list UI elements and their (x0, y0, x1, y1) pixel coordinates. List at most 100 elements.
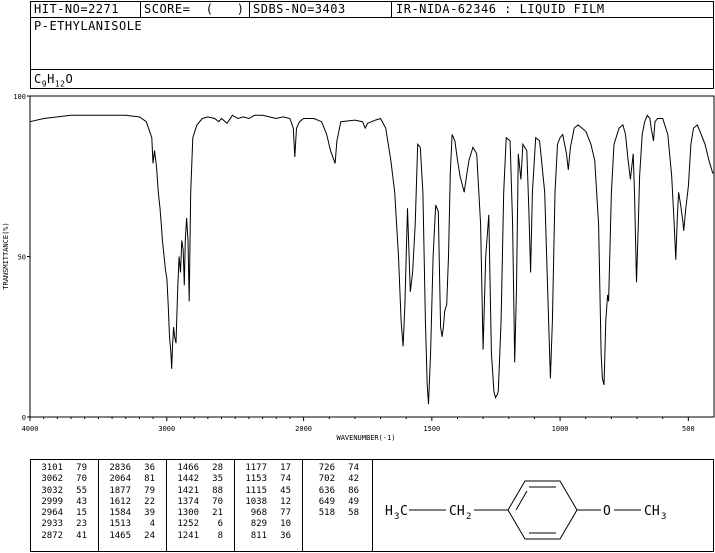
peak-wavenumber: 1038 (245, 496, 267, 507)
x-tick-label: 1500 (423, 425, 440, 433)
peak-row: 2872 41 (33, 531, 87, 542)
peak-wavenumber: 1513 (109, 519, 131, 530)
peak-transmittance: 36 (144, 463, 155, 473)
peak-transmittance: 86 (348, 485, 359, 496)
peak-transmittance: 55 (76, 485, 87, 496)
peak-transmittance: 17 (280, 463, 291, 473)
peak-transmittance: 74 (280, 474, 291, 485)
peak-wavenumber: 1442 (177, 474, 199, 485)
peak-transmittance: 79 (76, 463, 87, 473)
methylene-ch: CH (449, 504, 465, 519)
methyl-left-h-count: 3 (394, 512, 399, 522)
peak-transmittance: 45 (280, 485, 291, 496)
peak-transmittance: 39 (144, 508, 155, 519)
peak-col-divider-4 (302, 459, 303, 552)
peak-transmittance: 23 (76, 519, 87, 530)
peak-transmittance: 79 (144, 485, 155, 496)
peak-transmittance: 41 (76, 530, 87, 541)
peak-transmittance: 70 (212, 496, 223, 507)
peak-row: 1465 24 (101, 531, 155, 542)
x-tick-label: 1000 (552, 425, 569, 433)
peak-transmittance: 10 (280, 519, 291, 530)
peak-row: 968 77 (237, 508, 291, 519)
peak-wavenumber: 2964 (41, 508, 63, 519)
peak-wavenumber: 1584 (109, 508, 131, 519)
structure-diagram: H 3 C CH 2 O CH 3 (385, 480, 666, 540)
peak-wavenumber: 1374 (177, 496, 199, 507)
x-axis-label: WAVENUMBER(-1) (336, 434, 395, 442)
peak-transmittance: 12 (280, 496, 291, 507)
peak-wavenumber: 1466 (177, 463, 199, 473)
peak-row: 1442 35 (169, 474, 223, 485)
methoxy-ch: CH (644, 504, 660, 519)
peak-column: 1177 17 1153 74 1115 45 1038 12 968 77 829 10 811 36 (237, 463, 291, 542)
peak-column: 1466 28 1442 35 1421 88 1374 70 1300 21 1252 6 1241 8 (169, 463, 223, 542)
peak-row: 2999 43 (33, 497, 87, 508)
peak-row: 1177 17 (237, 463, 291, 474)
peak-wavenumber: 1612 (109, 496, 131, 507)
peak-row: 1038 12 (237, 497, 291, 508)
peak-row: 726 74 (305, 463, 359, 474)
peak-row: 636 86 (305, 486, 359, 497)
peak-row: 1300 21 (169, 508, 223, 519)
peak-transmittance: 43 (76, 496, 87, 507)
peak-wavenumber: 2836 (109, 463, 131, 473)
peak-col-divider-1 (98, 459, 99, 552)
methyl-left-h: H (385, 504, 393, 519)
peak-row: 3062 70 (33, 474, 87, 485)
peak-wavenumber: 1241 (177, 530, 199, 541)
peak-wavenumber: 1115 (245, 485, 267, 496)
benzene-ring (507, 480, 578, 540)
peak-row: 1241 8 (169, 531, 223, 542)
methylene-h-count: 2 (466, 512, 471, 522)
ir-spectrum-chart: 4000 3000 2000 1500 1000 500 0 50 100 WAVENUMBER… (2, 93, 715, 442)
peak-row: 1612 22 (101, 497, 155, 508)
x-tick-label: 4000 (22, 425, 39, 433)
peak-wavenumber: 702 (318, 474, 335, 485)
peak-wavenumber: 3032 (41, 485, 63, 496)
y-axis-label: TRANSMITTANCE(%) (2, 222, 10, 289)
peak-row: 1153 74 (237, 474, 291, 485)
plot-frame (29, 95, 715, 418)
peak-row: 1115 45 (237, 486, 291, 497)
ether-oxygen: O (603, 504, 611, 519)
peak-transmittance: 6 (217, 519, 223, 530)
peak-transmittance: 8 (217, 530, 223, 541)
peak-transmittance: 88 (212, 485, 223, 496)
peak-wavenumber: 2933 (41, 519, 63, 530)
peak-wavenumber: 1300 (177, 508, 199, 519)
peak-transmittance: 49 (348, 496, 359, 507)
peak-wavenumber: 1421 (177, 485, 199, 496)
peak-transmittance: 36 (280, 530, 291, 541)
peak-row: 1421 88 (169, 486, 223, 497)
y-tick-label: 0 (22, 414, 26, 422)
peak-wavenumber: 2064 (109, 474, 131, 485)
peak-row: 2964 15 (33, 508, 87, 519)
peak-column: 2836 36 2064 81 1877 79 1612 22 1584 39 1513 4 1465 2… (101, 463, 155, 542)
peak-row: 702 42 (305, 474, 359, 485)
peak-wavenumber: 518 (318, 508, 335, 519)
peak-wavenumber: 829 (250, 519, 267, 530)
peak-wavenumber: 636 (318, 485, 335, 496)
peak-transmittance: 24 (144, 530, 155, 541)
methoxy-h-count: 3 (661, 512, 666, 522)
peak-transmittance: 58 (348, 508, 359, 519)
peak-row: 829 10 (237, 519, 291, 530)
peak-column: 3101 79 3062 70 3032 55 2999 43 2964 15 2933 23 2872… (33, 463, 87, 542)
peak-wavenumber: 1465 (109, 530, 131, 541)
peak-wavenumber: 726 (318, 463, 335, 473)
peak-transmittance: 15 (76, 508, 87, 519)
peak-transmittance: 42 (348, 474, 359, 485)
peak-row: 2933 23 (33, 519, 87, 530)
peak-transmittance: 4 (149, 519, 155, 530)
peak-column: 726 74 702 42 636 86 649 49 518 58 (305, 463, 359, 519)
peak-wavenumber: 1252 (177, 519, 199, 530)
peak-row: 2064 81 (101, 474, 155, 485)
peak-row: 811 36 (237, 531, 291, 542)
peak-row: 3032 55 (33, 486, 87, 497)
peak-wavenumber: 968 (250, 508, 267, 519)
peak-wavenumber: 3101 (41, 463, 63, 473)
methyl-left-c: C (400, 504, 408, 519)
y-tick-label: 100 (13, 93, 26, 101)
peak-transmittance: 77 (280, 508, 291, 519)
